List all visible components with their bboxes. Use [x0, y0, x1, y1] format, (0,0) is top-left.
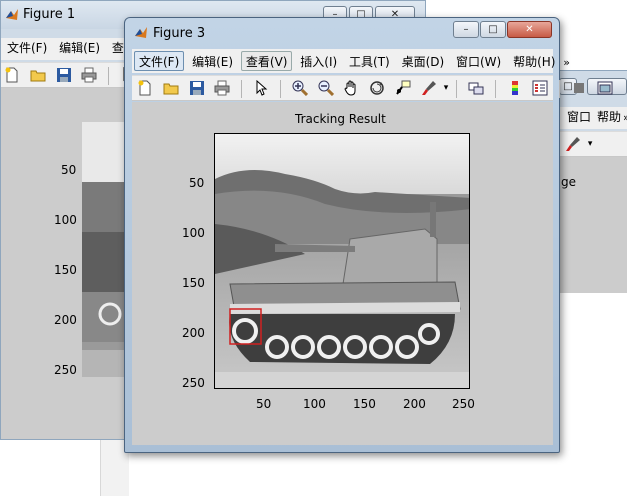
figure2-menubar: 窗口帮助» [557, 107, 627, 129]
plot-title: Tracking Result [295, 112, 386, 126]
pan-hand-icon[interactable] [341, 78, 361, 98]
x-tick-label: 100 [303, 397, 326, 411]
zoom-in-icon[interactable] [290, 78, 310, 98]
figure2-figure-area: ge [557, 157, 627, 293]
brush-icon[interactable] [419, 78, 439, 98]
figure1-ytick: 250 [54, 363, 77, 377]
figure3-menu-insert[interactable]: 插入(I) [296, 52, 341, 72]
figure3-menu-file[interactable]: 文件(F) [134, 51, 185, 71]
link-icon[interactable] [466, 78, 486, 98]
print-icon[interactable] [212, 78, 232, 98]
brush-icon[interactable] [563, 134, 583, 154]
figure2-menu-window[interactable]: 窗口 [557, 107, 595, 127]
figure1-ytick: 50 [61, 163, 77, 177]
figure2-toolbar: ▾ [557, 131, 627, 157]
figure3-menu-desktop[interactable]: 桌面(D) [398, 52, 449, 72]
new-file-icon[interactable] [135, 78, 155, 98]
legend-icon[interactable] [530, 78, 550, 98]
figure3-window: Figure 3 – □ ✕ 文件(F) 编辑(E) 查看(V) 插入(I) 工… [124, 17, 613, 453]
figure1-menu-file[interactable]: 文件(F) [1, 38, 51, 58]
y-tick-label: 100 [182, 226, 205, 240]
matlab-logo-icon [5, 8, 19, 22]
matlab-logo-icon [134, 26, 148, 40]
figure3-title: Figure 3 [153, 26, 206, 41]
save-icon[interactable] [54, 65, 74, 85]
figure3-maximize-button[interactable]: □ [480, 21, 506, 38]
rotate-icon[interactable] [367, 78, 387, 98]
toolbar-separator [559, 80, 561, 98]
figure1-title: Figure 1 [23, 7, 76, 22]
figure1-ytick: 100 [54, 213, 77, 227]
toolbar-separator [456, 80, 458, 98]
x-tick-label: 200 [403, 397, 426, 411]
save-icon[interactable] [187, 78, 207, 98]
data-cursor-icon[interactable] [393, 78, 413, 98]
figure2-menu-help[interactable]: 帮助 [595, 107, 623, 127]
figure3-image-axes[interactable] [214, 133, 470, 389]
figure3-toolbar: ▾ [132, 75, 613, 101]
figure1-menu-edit[interactable]: 编辑(E) [55, 38, 104, 58]
y-tick-label: 50 [189, 176, 205, 190]
y-tick-label: 250 [182, 376, 205, 390]
x-tick-label: 50 [256, 397, 272, 411]
y-tick-label: 150 [182, 276, 205, 290]
hide-tools-icon[interactable] [569, 78, 589, 98]
dock-icon[interactable] [595, 78, 615, 98]
open-folder-icon[interactable] [161, 78, 181, 98]
brush-dropdown-icon[interactable]: ▾ [588, 139, 593, 149]
pointer-icon[interactable] [251, 78, 271, 98]
zoom-out-icon[interactable] [316, 78, 336, 98]
figure3-titlebar[interactable]: Figure 3 – □ ✕ [125, 18, 559, 46]
figure3-menubar: 文件(F) 编辑(E) 查看(V) 插入(I) 工具(T) 桌面(D) 窗口(W… [132, 49, 570, 73]
figure3-minimize-button[interactable]: – [453, 21, 479, 38]
toolbar-separator [241, 80, 243, 98]
print-icon[interactable] [79, 65, 99, 85]
x-tick-label: 150 [353, 397, 376, 411]
figure3-menu-help[interactable]: 帮助(H) [509, 52, 559, 72]
figure3-menu-window[interactable]: 窗口(W) [452, 52, 505, 72]
figure2-text-fragment: ge [561, 175, 576, 189]
toolbar-separator [279, 80, 281, 98]
figure3-figure-area: Tracking Result 50 100 150 200 250 50 10… [132, 102, 553, 445]
brush-dropdown-icon[interactable]: ▾ [444, 83, 449, 93]
tracking-image [215, 134, 469, 388]
y-tick-label: 200 [182, 326, 205, 340]
figure1-ytick: 150 [54, 263, 77, 277]
menu-overflow-icon[interactable]: » [623, 111, 627, 124]
menu-overflow-icon[interactable]: » [563, 56, 570, 69]
figure2-window: □ ✕ 窗口帮助» ▾ ge [556, 70, 627, 293]
toolbar-separator [108, 67, 110, 85]
figure3-menu-tools[interactable]: 工具(T) [345, 52, 394, 72]
figure1-image [82, 122, 127, 377]
figure3-menu-edit[interactable]: 编辑(E) [188, 52, 237, 72]
figure3-close-button[interactable]: ✕ [507, 21, 552, 38]
figure1-ytick: 200 [54, 313, 77, 327]
colorbar-icon[interactable] [505, 78, 525, 98]
toolbar-separator [494, 80, 496, 98]
x-tick-label: 250 [452, 397, 475, 411]
new-file-icon[interactable] [2, 65, 22, 85]
figure3-menu-view[interactable]: 查看(V) [240, 51, 293, 71]
open-folder-icon[interactable] [28, 65, 48, 85]
